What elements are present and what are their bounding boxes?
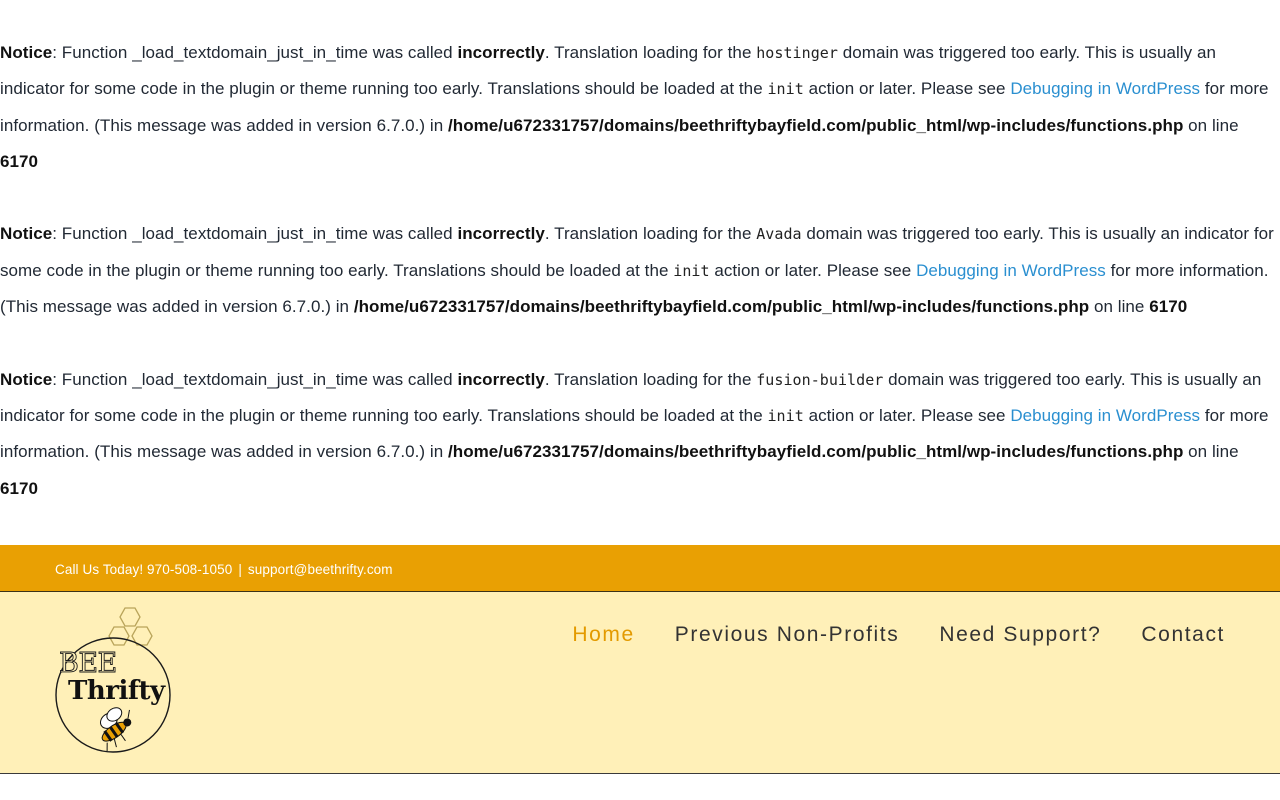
nav-item-contact[interactable]: Contact — [1141, 623, 1225, 647]
bee-thrifty-logo[interactable]: BEE Thrifty — [53, 606, 173, 758]
notice-line: 6170 — [0, 478, 39, 498]
site-header: BEE Thrifty Home Previous Non-Profits Ne… — [0, 592, 1280, 774]
notice-domain: fusion-builder — [756, 370, 884, 389]
notice-domain: hostinger — [756, 44, 838, 62]
notice-text: on line — [1183, 115, 1239, 135]
php-notices: Notice: Function _load_textdomain_just_i… — [0, 0, 1280, 507]
nav-item-home[interactable]: Home — [572, 623, 634, 647]
notice-path: /home/u672331757/domains/beethriftybayfi… — [448, 442, 1184, 462]
top-contact-bar: Call Us Today! 970-508-1050 | support@beet… — [0, 545, 1280, 592]
notice-text: on line — [1183, 442, 1239, 462]
nav-item-need-support[interactable]: Need Support? — [939, 623, 1101, 647]
notice-text: . Translation loading for the — [544, 224, 757, 244]
notice-bold: incorrectly — [457, 369, 545, 389]
logo-bee-text: BEE — [59, 648, 117, 679]
php-notice: Notice: Function _load_textdomain_just_i… — [0, 216, 1280, 325]
notice-text: . Translation loading for the — [544, 43, 757, 62]
notice-text: : Function _load_textdomain_just_in_time… — [52, 224, 458, 244]
notice-text: : Function _load_textdomain_just_in_time… — [52, 369, 458, 389]
phone-text[interactable]: Call Us Today! 970-508-1050 — [55, 562, 232, 577]
topbar-content: Call Us Today! 970-508-1050 | support@beet… — [55, 562, 393, 577]
debugging-link[interactable]: Debugging in WordPress — [1010, 406, 1200, 425]
notice-label: Notice — [0, 224, 53, 244]
php-notice: Notice: Function _load_textdomain_just_i… — [0, 362, 1280, 507]
notice-text: on line — [1089, 297, 1150, 317]
notice-text: : Function _load_textdomain_just_in_time… — [52, 43, 458, 62]
nav-item-previous-non-profits[interactable]: Previous Non-Profits — [675, 623, 900, 647]
debugging-link[interactable]: Debugging in WordPress — [1010, 79, 1200, 98]
notice-text: . Translation loading for the — [544, 369, 757, 389]
topbar-separator: | — [238, 562, 242, 577]
notice-action: init — [673, 261, 710, 280]
notice-action: init — [767, 80, 804, 99]
notice-text: action or later. Please see — [803, 405, 1011, 425]
notice-bold: incorrectly — [457, 43, 545, 62]
notice-bold: incorrectly — [457, 224, 545, 244]
notice-label: Notice — [0, 369, 53, 389]
notice-label: Notice — [0, 43, 53, 62]
notice-action: init — [767, 406, 804, 425]
php-notice: Notice: Function _load_textdomain_just_i… — [0, 35, 1280, 180]
notice-path: /home/u672331757/domains/beethriftybayfi… — [448, 115, 1184, 135]
notice-line: 6170 — [0, 151, 39, 171]
debugging-link[interactable]: Debugging in WordPress — [916, 261, 1106, 280]
notice-path: /home/u672331757/domains/beethriftybayfi… — [353, 297, 1090, 317]
notice-text: action or later. Please see — [803, 79, 1011, 99]
notice-line: 6170 — [1149, 297, 1188, 317]
main-nav: Home Previous Non-Profits Need Support? … — [532, 623, 1225, 647]
email-link[interactable]: support@beethrifty.com — [248, 562, 393, 577]
logo-thrifty-text: Thrifty — [68, 676, 166, 706]
notice-text: action or later. Please see — [709, 260, 917, 280]
notice-domain: Avada — [756, 225, 802, 244]
